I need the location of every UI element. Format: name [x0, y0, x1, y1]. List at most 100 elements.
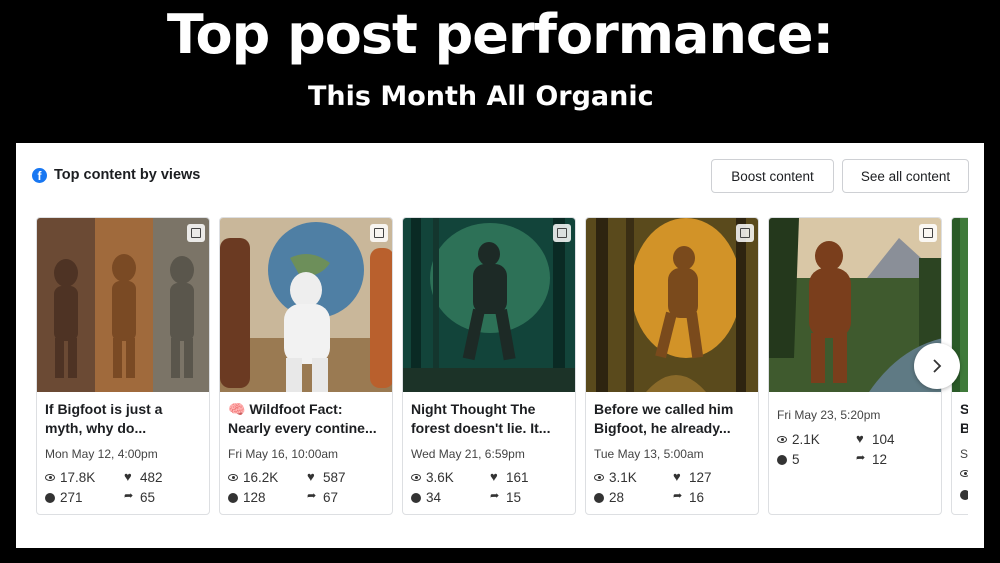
- post-thumbnail[interactable]: [37, 218, 209, 392]
- views-stat: 2.1K: [777, 432, 820, 447]
- reactions-stat: 587: [307, 469, 346, 486]
- views-count: 3.6K: [426, 470, 454, 485]
- comments-stat: 5: [777, 452, 800, 467]
- section-title: Top content by views: [54, 167, 201, 183]
- views-count: 16.2K: [243, 470, 279, 485]
- comment-icon: [45, 492, 55, 503]
- share-icon: [307, 489, 318, 503]
- boost-content-button[interactable]: Boost content: [711, 159, 834, 193]
- shares-stat: 15: [490, 489, 522, 506]
- comments-count: 5: [792, 452, 800, 467]
- heart-icon: [124, 469, 135, 484]
- post-date: Tue May 13, 5:00am: [594, 447, 704, 461]
- shares-stat: 67: [307, 489, 339, 506]
- shares-stat: 16: [673, 489, 705, 506]
- facebook-icon: f: [32, 167, 47, 183]
- reactions-count: 482: [140, 470, 163, 485]
- top-content-panel: f Top content by views Boost content See…: [16, 143, 984, 548]
- content-card[interactable]: 🧠 Wildfoot Fact: Nearly every contine...…: [219, 217, 393, 515]
- content-card[interactable]: If Bigfoot is just a myth, why do... Mon…: [36, 217, 210, 515]
- post-thumbnail[interactable]: [220, 218, 392, 392]
- post-caption[interactable]: 🧠 Wildfoot Fact: Nearly every contine...: [228, 400, 388, 438]
- shares-count: 67: [323, 490, 339, 505]
- views-stat: 3.6K: [411, 470, 454, 485]
- photo-icon: [187, 224, 205, 242]
- page-subheadline: This Month All Organic: [308, 81, 654, 112]
- carousel-next-button[interactable]: [914, 343, 960, 389]
- post-date: Sa: [960, 447, 968, 461]
- views-stat: 16.2K: [228, 470, 278, 485]
- eye-icon: [411, 474, 421, 481]
- shares-count: 12: [872, 452, 888, 467]
- views-stat: 3.1K: [594, 470, 637, 485]
- post-caption[interactable]: Before we called him Bigfoot, he already…: [594, 400, 754, 438]
- post-date: Fri May 23, 5:20pm: [777, 408, 881, 422]
- shares-count: 16: [689, 490, 705, 505]
- comments-stat: 128: [228, 490, 266, 505]
- post-caption[interactable]: If Bigfoot is just a myth, why do...: [45, 400, 205, 438]
- comments-stat: 34: [411, 490, 441, 505]
- eye-icon: [228, 474, 238, 481]
- comments-count: 271: [60, 490, 83, 505]
- content-carousel: If Bigfoot is just a myth, why do... Mon…: [36, 217, 968, 517]
- eye-icon: [45, 474, 55, 481]
- reactions-stat: 127: [673, 469, 712, 486]
- section-header: f Top content by views: [32, 167, 200, 183]
- photo-icon: [736, 224, 754, 242]
- views-count: 17.8K: [60, 470, 96, 485]
- photo-icon: [553, 224, 571, 242]
- photo-icon: [919, 224, 937, 242]
- reactions-stat: 482: [124, 469, 163, 486]
- chevron-right-icon: [933, 359, 942, 373]
- comment-icon: [594, 492, 604, 503]
- post-caption[interactable]: Night Thought The forest doesn't lie. It…: [411, 400, 571, 438]
- share-icon: [490, 489, 501, 503]
- comments-stat: [960, 490, 968, 500]
- eye-icon: [960, 470, 968, 477]
- views-count: 3.1K: [609, 470, 637, 485]
- comments-count: 28: [609, 490, 625, 505]
- post-thumbnail[interactable]: [586, 218, 758, 392]
- comments-stat: 28: [594, 490, 624, 505]
- reactions-count: 127: [689, 470, 712, 485]
- comment-icon: [228, 492, 238, 503]
- content-card[interactable]: Night Thought The forest doesn't lie. It…: [402, 217, 576, 515]
- comments-count: 34: [426, 490, 442, 505]
- heart-icon: [307, 469, 318, 484]
- comments-count: 128: [243, 490, 266, 505]
- reactions-count: 587: [323, 470, 346, 485]
- post-date: Fri May 16, 10:00am: [228, 447, 339, 461]
- share-icon: [124, 489, 135, 503]
- comments-stat: 271: [45, 490, 83, 505]
- post-date: Wed May 21, 6:59pm: [411, 447, 525, 461]
- reactions-stat: 104: [856, 431, 895, 448]
- views-count: 2.1K: [792, 432, 820, 447]
- views-stat: 17.8K: [45, 470, 95, 485]
- content-card[interactable]: Before we called him Bigfoot, he already…: [585, 217, 759, 515]
- comment-icon: [777, 454, 787, 465]
- post-date: Mon May 12, 4:00pm: [45, 447, 158, 461]
- share-icon: [856, 451, 867, 465]
- comment-icon: [411, 492, 421, 503]
- reactions-count: 104: [872, 432, 895, 447]
- see-all-content-button[interactable]: See all content: [842, 159, 969, 193]
- shares-stat: 65: [124, 489, 156, 506]
- eye-icon: [777, 436, 787, 443]
- photo-icon: [370, 224, 388, 242]
- panel-body: f Top content by views Boost content See…: [16, 143, 984, 548]
- post-caption[interactable]: St B: [960, 400, 968, 438]
- post-thumbnail[interactable]: [403, 218, 575, 392]
- reactions-stat: 161: [490, 469, 529, 486]
- comment-icon: [960, 490, 968, 500]
- eye-icon: [594, 474, 604, 481]
- heart-icon: [673, 469, 684, 484]
- share-icon: [673, 489, 684, 503]
- views-stat: [960, 470, 968, 477]
- heart-icon: [856, 431, 867, 446]
- shares-count: 65: [140, 490, 156, 505]
- reactions-count: 161: [506, 470, 529, 485]
- shares-count: 15: [506, 490, 522, 505]
- page-headline: Top post performance:: [166, 3, 834, 66]
- heart-icon: [490, 469, 501, 484]
- shares-stat: 12: [856, 451, 888, 468]
